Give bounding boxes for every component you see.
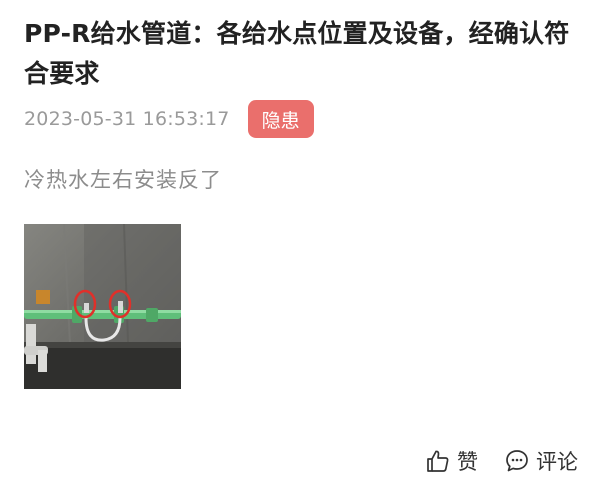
post-meta: 2023-05-31 16:53:17 隐患 bbox=[24, 100, 314, 138]
hazard-badge: 隐患 bbox=[247, 100, 314, 138]
comment-button[interactable]: 评论 bbox=[504, 446, 578, 476]
post-title: PP-R给水管道：各给水点位置及设备，经确认符合要求 bbox=[24, 19, 570, 88]
like-button[interactable]: 赞 bbox=[425, 446, 478, 476]
comment-label: 评论 bbox=[536, 450, 578, 474]
inspection-photo[interactable] bbox=[24, 224, 181, 389]
speech-bubble-icon bbox=[506, 450, 528, 472]
post-description: 冷热水左右安装反了 bbox=[24, 168, 222, 192]
post-timestamp: 2023-05-31 16:53:17 bbox=[24, 108, 230, 130]
like-label: 赞 bbox=[457, 450, 478, 474]
pipe-photo-illustration bbox=[24, 224, 181, 389]
thumbs-up-icon bbox=[427, 450, 449, 472]
post-actions: 赞 评论 bbox=[425, 443, 578, 479]
